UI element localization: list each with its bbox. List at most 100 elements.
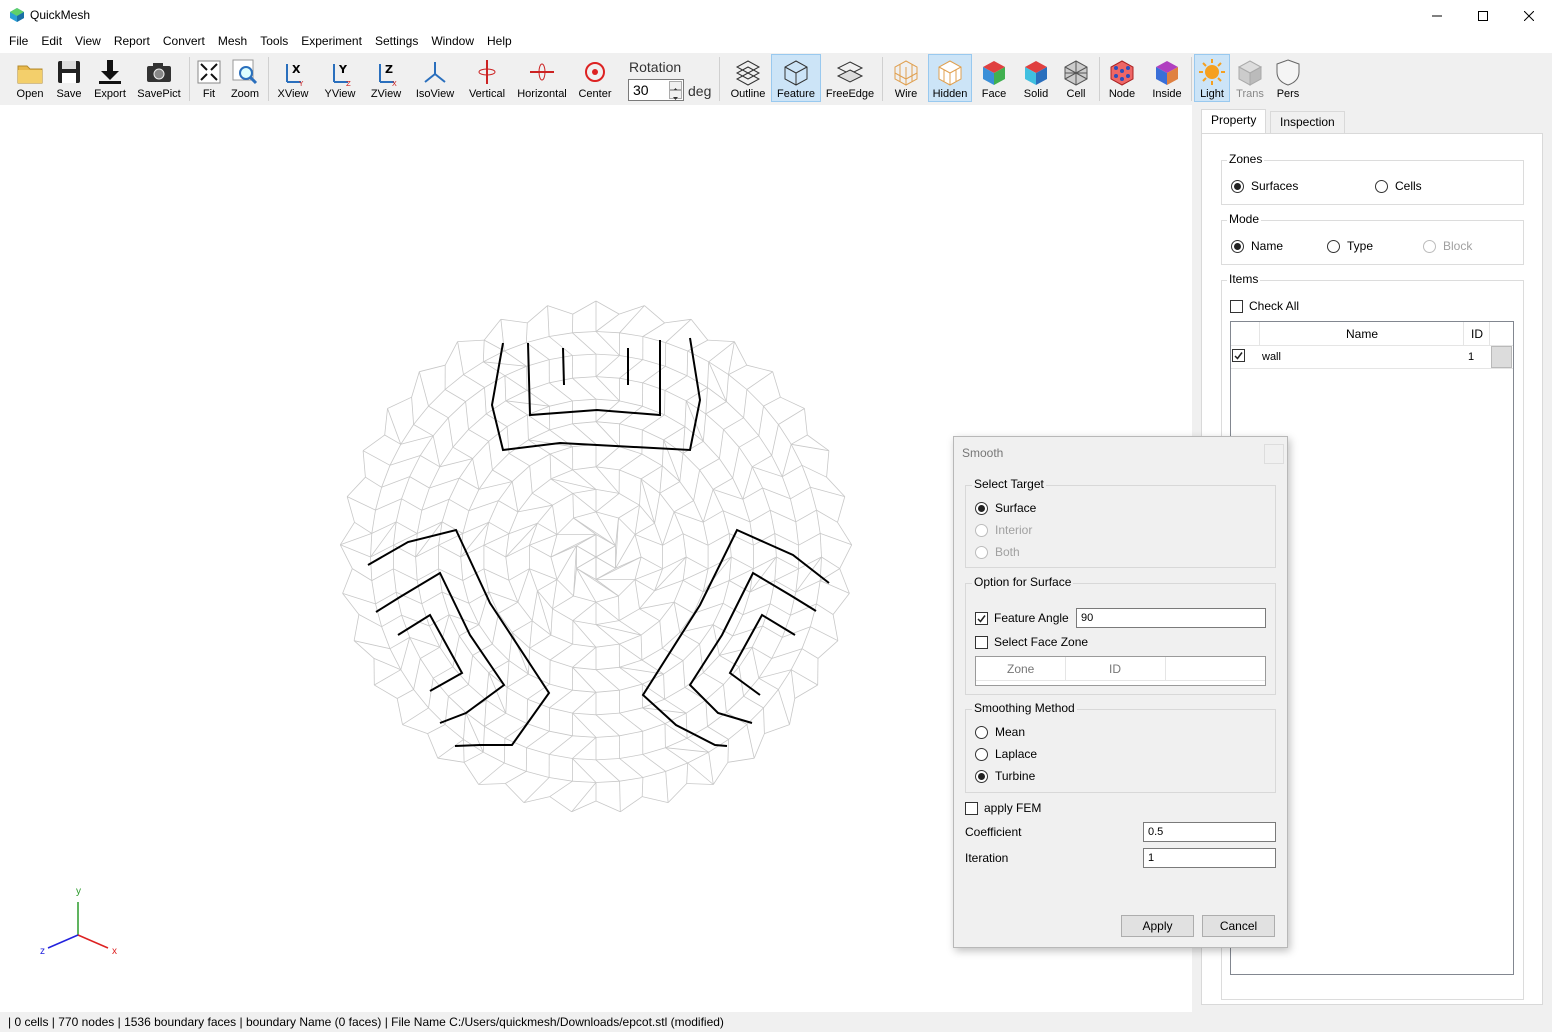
node-button[interactable]: Node [1104, 54, 1140, 102]
column-header-zone[interactable]: Zone [1007, 662, 1034, 676]
menu-settings[interactable]: Settings [369, 31, 425, 53]
apply-fem-checkbox[interactable]: apply FEM [965, 801, 1041, 815]
select-face-zone-checkbox[interactable]: Select Face Zone [975, 635, 1088, 649]
mesh-edge [572, 353, 597, 356]
tab-property[interactable]: Property [1201, 109, 1267, 134]
row-checkbox[interactable] [1232, 349, 1245, 362]
menu-edit[interactable]: Edit [35, 31, 69, 53]
mesh-edge [528, 429, 550, 441]
cells-radio[interactable]: Cells [1375, 179, 1422, 193]
column-header-id[interactable]: ID [1109, 662, 1121, 676]
maximize-button[interactable] [1460, 0, 1506, 31]
close-button[interactable] [1506, 0, 1552, 31]
menu-window[interactable]: Window [425, 31, 481, 53]
mesh-edge [778, 424, 792, 445]
mesh-edge [742, 591, 751, 615]
table-row[interactable]: wall 1 [1231, 346, 1513, 369]
face-button[interactable]: Face [976, 54, 1012, 102]
vertical-button[interactable]: Vertical [466, 54, 508, 102]
minimize-icon [1432, 15, 1442, 16]
feature-angle-input[interactable]: 90 [1076, 608, 1266, 628]
savepict-button[interactable]: SavePict [135, 54, 183, 102]
minimize-button[interactable] [1414, 0, 1460, 31]
spin-up-button[interactable] [669, 81, 682, 91]
outline-button[interactable]: Outline [727, 54, 769, 102]
menu-report[interactable]: Report [108, 31, 157, 53]
rotation-spinbox[interactable]: 30 [628, 79, 684, 101]
mean-radio[interactable]: Mean [975, 725, 1025, 739]
menu-tools[interactable]: Tools [254, 31, 295, 53]
mesh-edge [682, 533, 709, 546]
cell-button[interactable]: Cell [1059, 54, 1093, 102]
horizontal-button[interactable]: Horizontal [515, 54, 569, 102]
window-title: QuickMesh [30, 8, 91, 22]
dialog-close-button[interactable] [1264, 444, 1284, 464]
interior-radio[interactable]: Interior [975, 523, 1032, 537]
iteration-input[interactable]: 1 [1143, 848, 1276, 868]
freeedge-button[interactable]: FreeEdge [825, 54, 875, 102]
mesh-edge [483, 319, 502, 341]
zoom-button[interactable]: Zoom [228, 54, 262, 102]
cancel-button[interactable]: Cancel [1202, 915, 1275, 937]
zview-button[interactable]: ZX ZView [366, 54, 406, 102]
menu-help[interactable]: Help [481, 31, 519, 53]
pers-button[interactable]: Pers [1272, 54, 1304, 102]
menu-mesh[interactable]: Mesh [212, 31, 254, 53]
hidden-button[interactable]: Hidden [928, 54, 972, 102]
column-header-name[interactable]: Name [1346, 327, 1378, 341]
isoview-button[interactable]: IsoView [413, 54, 457, 102]
block-radio[interactable]: Block [1423, 239, 1472, 253]
mesh-edge [619, 730, 643, 737]
open-button[interactable]: Open [12, 54, 48, 102]
menu-convert[interactable]: Convert [157, 31, 212, 53]
mesh-edge [432, 435, 441, 467]
mesh-edge [571, 800, 597, 813]
mesh-edge [690, 319, 709, 341]
turbine-radio[interactable]: Turbine [975, 769, 1035, 783]
type-radio[interactable]: Type [1327, 239, 1373, 253]
node-points-icon [1110, 60, 1134, 86]
rotation-value[interactable]: 30 [633, 82, 649, 98]
mesh-edge [572, 646, 597, 668]
mesh-edge [552, 493, 574, 506]
laplace-radio[interactable]: Laplace [975, 747, 1037, 761]
spin-down-button[interactable] [669, 90, 682, 100]
tab-inspection[interactable]: Inspection [1270, 111, 1345, 133]
light-button[interactable]: Light [1194, 54, 1230, 102]
export-button[interactable]: Export [90, 54, 130, 102]
surface-radio[interactable]: Surface [975, 501, 1036, 515]
mesh-edge [353, 640, 375, 659]
menu-view[interactable]: View [69, 31, 108, 53]
mesh-edge [444, 389, 466, 402]
save-button[interactable]: Save [51, 54, 87, 102]
wire-button[interactable]: Wire [889, 54, 923, 102]
inside-button[interactable]: Inside [1148, 54, 1186, 102]
coefficient-input[interactable]: 0.5 [1143, 822, 1276, 842]
face-zone-table[interactable]: Zone ID [975, 656, 1266, 686]
yview-button[interactable]: YZ YView [320, 54, 360, 102]
feature-angle-checkbox[interactable]: Feature Angle [975, 611, 1069, 625]
mesh-edge [556, 517, 574, 535]
mesh-edge [420, 455, 441, 468]
check-all-checkbox[interactable]: Check All [1230, 299, 1299, 313]
menu-experiment[interactable]: Experiment [295, 31, 369, 53]
surfaces-radio[interactable]: Surfaces [1231, 179, 1298, 193]
fit-button[interactable]: Fit [194, 54, 224, 102]
center-button[interactable]: Center [575, 54, 615, 102]
row-color-swatch[interactable] [1491, 346, 1512, 368]
column-header-id[interactable]: ID [1471, 327, 1483, 341]
feature-button[interactable]: Feature [771, 54, 821, 102]
mesh-edge [753, 733, 765, 759]
solid-button[interactable]: Solid [1018, 54, 1054, 102]
xview-button[interactable]: XY XView [273, 54, 313, 102]
mesh-edge [707, 339, 735, 342]
mesh-edge [362, 450, 366, 478]
trans-button[interactable]: Trans [1233, 54, 1267, 102]
mesh-edge [642, 747, 666, 755]
both-radio[interactable]: Both [975, 545, 1020, 559]
name-radio[interactable]: Name [1231, 239, 1283, 253]
menu-file[interactable]: File [3, 31, 35, 53]
mesh-edge [682, 660, 686, 688]
mesh-edge [511, 632, 529, 675]
apply-button[interactable]: Apply [1121, 915, 1194, 937]
